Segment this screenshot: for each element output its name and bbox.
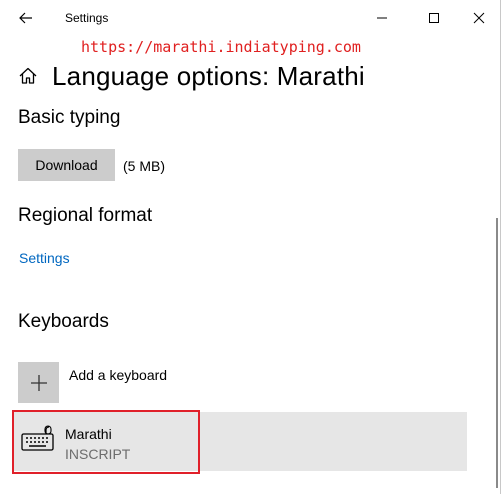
keyboards-heading: Keyboards (18, 311, 109, 332)
back-button[interactable] (12, 6, 40, 30)
minimize-button[interactable] (364, 4, 400, 32)
add-keyboard-label: Add a keyboard (69, 367, 168, 383)
maximize-button[interactable] (416, 4, 452, 32)
keyboard-layout: INSCRIPT (65, 446, 131, 462)
close-button[interactable] (461, 4, 497, 32)
maximize-icon (429, 13, 439, 23)
add-keyboard-button[interactable]: Add a keyboard (18, 362, 167, 404)
home-icon[interactable] (18, 65, 40, 87)
watermark-url: https://marathi.indiatyping.com (81, 38, 361, 56)
close-icon (473, 12, 485, 24)
add-tile (18, 362, 59, 403)
keyboard-name: Marathi (65, 426, 112, 442)
keyboard-icon (21, 425, 54, 451)
plus-icon (30, 374, 47, 391)
regional-settings-link[interactable]: Settings (19, 250, 70, 266)
title-bar: Settings (0, 0, 501, 36)
page-header: Language options: Marathi (18, 58, 365, 94)
back-arrow-icon (19, 12, 32, 24)
minimize-icon (377, 17, 387, 19)
download-size: (5 MB) (123, 158, 165, 174)
window-title: Settings (65, 11, 109, 25)
scrollbar[interactable] (496, 218, 498, 488)
download-button[interactable]: Download (18, 149, 115, 181)
keyboard-item-marathi[interactable]: Marathi INSCRIPT (13, 412, 467, 471)
page-title: Language options: Marathi (52, 60, 365, 91)
settings-window: Settings https://marathi.indiatyping.com… (0, 0, 501, 494)
regional-format-heading: Regional format (18, 205, 153, 226)
basic-typing-heading: Basic typing (18, 107, 121, 128)
